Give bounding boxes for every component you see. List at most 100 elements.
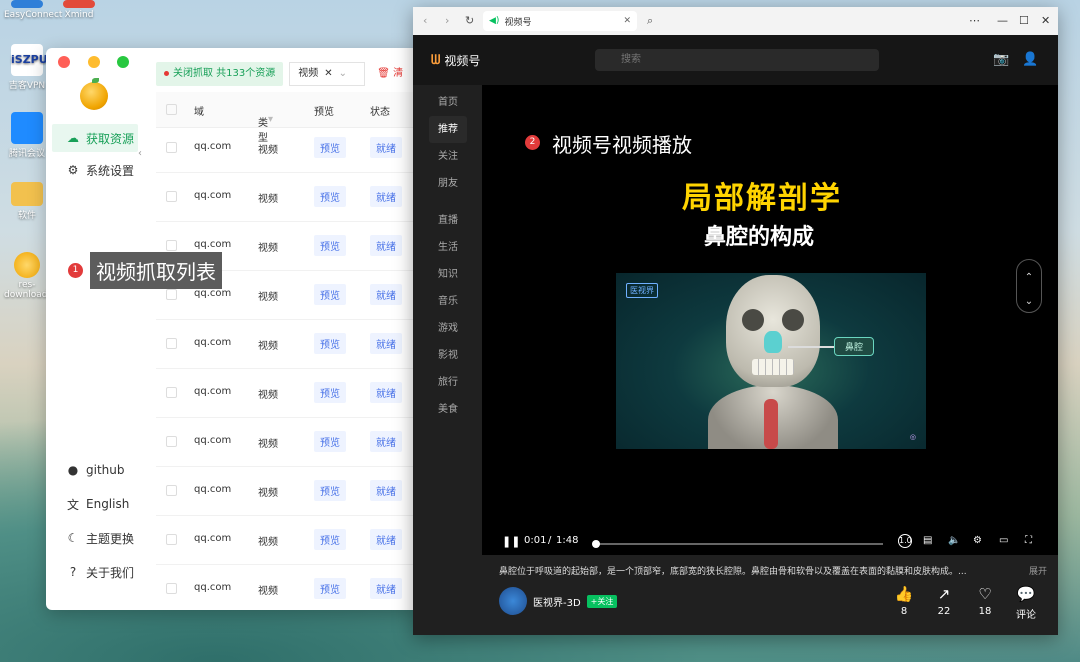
nav-film[interactable]: 影视 [429,342,467,369]
preview-button[interactable]: 预览 [314,529,346,550]
progress-bar[interactable] [591,540,883,548]
desktop-icon-vpn[interactable]: iSZPU 吉客VPN [4,44,50,91]
table-row[interactable]: qq.com 视频 预览 就绪 [156,173,418,222]
preview-button[interactable]: 预览 [314,186,346,207]
cell-domain: qq.com [194,288,232,299]
danmaku-icon[interactable]: ▤ [923,535,932,546]
table-row[interactable]: qq.com 视频 预览 就绪 [156,124,418,173]
comment-button[interactable]: 💬 评论 [1008,585,1044,621]
video-player[interactable]: 2 视频号视频播放 局部解剖学 鼻腔的构成 医视界 鼻腔 ◎ ⌃ ⌄ ❚❚ 0:… [482,85,1058,555]
fullscreen-icon[interactable]: ⛶ [1025,535,1032,546]
preview-button[interactable]: 预览 [314,480,346,501]
row-checkbox[interactable] [166,191,177,202]
forward-icon[interactable]: › [445,14,449,27]
nav-knowledge[interactable]: 知识 [429,261,467,288]
trachea [764,399,778,449]
preview-button[interactable]: 预览 [314,431,346,452]
nav-live[interactable]: 直播 [429,207,467,234]
browser-tab[interactable]: ◀) 视频号 ✕ [483,11,637,31]
collapse-sidebar-icon[interactable]: ‹ [138,148,142,159]
capture-toggle-button[interactable]: 关闭抓取 共133个资源 [156,62,284,86]
like-button[interactable]: 👍 8 [886,585,922,617]
nav-github[interactable]: ● github [52,456,138,484]
clear-list-button[interactable]: 🗑 清 [371,62,403,86]
nav-life[interactable]: 生活 [429,234,467,261]
row-checkbox[interactable] [166,289,177,300]
preview-button[interactable]: 预览 [314,333,346,354]
preview-button[interactable]: 预览 [314,284,346,305]
row-checkbox[interactable] [166,387,177,398]
preview-button[interactable]: 预览 [314,382,346,403]
settings-icon[interactable]: ⚙ [973,535,982,546]
table-row[interactable]: qq.com 视频 预览 就绪 [156,467,418,516]
select-all-checkbox[interactable] [166,104,177,115]
nav-theme[interactable]: ☾ 主题更换 [52,524,138,552]
brand-logo[interactable]: ᗯ 视频号 [431,52,480,69]
type-filter-select[interactable]: 视频 ✕ ⌄ [289,62,366,86]
table-row[interactable]: qq.com 视频 预览 就绪 [156,320,418,369]
desktop-icon-folder[interactable]: 软件 [4,182,50,221]
nav-settings[interactable]: ⚙ 系统设置 [52,156,138,184]
table-row[interactable]: qq.com 视频 预览 就绪 [156,418,418,467]
clear-filter-icon[interactable]: ✕ [324,63,332,85]
row-checkbox[interactable] [166,583,177,594]
nav-friends[interactable]: 朋友 [429,170,467,197]
reload-icon[interactable]: ↻ [465,14,474,27]
row-checkbox[interactable] [166,240,177,251]
preview-button[interactable]: 预览 [314,578,346,599]
desktop-icon-xmind[interactable]: Xmind [56,0,102,20]
desktop-icon-meeting[interactable]: 腾讯会议 [4,112,50,159]
maximize-icon[interactable]: ☐ [1019,14,1029,27]
row-checkbox[interactable] [166,142,177,153]
table-row[interactable]: qq.com 视频 预览 就绪 [156,369,418,418]
close-tab-icon[interactable]: ✕ [623,16,631,26]
nav-following[interactable]: 关注 [429,143,467,170]
playback-speed-button[interactable]: 1.0 [898,534,912,548]
teeth [752,359,794,375]
clear-label: 清 [393,68,404,79]
nav-games[interactable]: 游戏 [429,315,467,342]
back-icon[interactable]: ‹ [423,14,427,27]
row-checkbox[interactable] [166,436,177,447]
close-icon[interactable]: ✕ [1041,14,1050,27]
nav-food[interactable]: 美食 [429,396,467,423]
nav-home[interactable]: 首页 [429,89,467,116]
picture-in-picture-icon[interactable]: ▭ [999,535,1008,546]
share-button[interactable]: ↗ 22 [926,585,962,617]
nav-travel[interactable]: 旅行 [429,369,467,396]
camera-icon[interactable]: 📷 [993,52,1009,67]
author-name[interactable]: 医视界-3D [533,594,581,609]
nav-recommend[interactable]: 推荐 [429,116,467,143]
table-row[interactable]: qq.com 视频 预览 就绪 [156,565,418,610]
user-icon[interactable]: 👤 [1022,52,1038,67]
row-checkbox[interactable] [166,485,177,496]
table-row[interactable]: qq.com 视频 预览 就绪 [156,516,418,565]
progress-handle[interactable] [591,540,600,548]
status-badge: 就绪 [370,431,402,452]
row-checkbox[interactable] [166,338,177,349]
favorite-button[interactable]: ♡ 18 [967,585,1003,617]
volume-icon[interactable]: 🔈 [948,535,960,546]
pause-icon[interactable]: ❚❚ [502,535,520,548]
preview-button[interactable]: 预览 [314,235,346,256]
desktop-icon-easyconnect[interactable]: EasyConnect [4,0,62,20]
row-checkbox[interactable] [166,534,177,545]
menu-icon[interactable]: ⋯ [969,14,980,27]
chevron-up-icon[interactable]: ⌃ [1017,266,1041,290]
desktop-icon-res-downloader[interactable]: res-downloader [4,252,57,300]
preview-button[interactable]: 预览 [314,137,346,158]
nav-get-resources[interactable]: ☁ 获取资源 [52,124,138,152]
share-icon: ↗ [937,585,951,603]
follow-button[interactable]: +关注 [586,594,618,608]
nav-about[interactable]: ? 关于我们 [52,558,138,586]
avatar[interactable] [499,587,527,615]
search-input[interactable] [595,49,879,71]
minimize-icon[interactable]: — [997,14,1008,27]
nav-label: 关于我们 [86,565,135,580]
chevron-down-icon[interactable]: ⌄ [1017,290,1041,314]
desktop-icon-label: Xmind [64,10,94,20]
search-icon[interactable]: ⌕ [647,14,653,28]
nav-music[interactable]: 音乐 [429,288,467,315]
expand-link[interactable]: 展开 [1024,564,1047,577]
nav-language[interactable]: 文 English [52,490,138,518]
